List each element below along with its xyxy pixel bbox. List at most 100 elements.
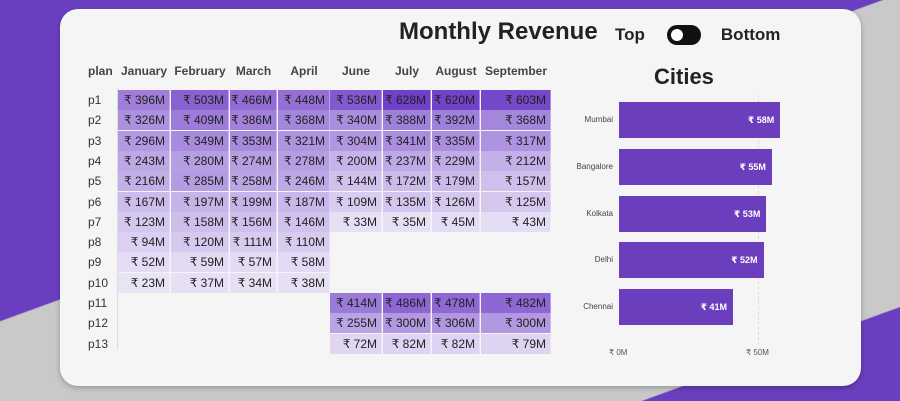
matrix-cell: ₹ 35M — [383, 211, 431, 232]
column-header-plan[interactable]: plan — [88, 64, 118, 78]
matrix-cell: ₹ 212M — [481, 150, 551, 171]
row-label-p2: p2 — [88, 113, 102, 128]
matrix-cell: ₹ 246M — [278, 171, 330, 192]
matrix-cell: ₹ 396M — [118, 90, 170, 110]
top-bottom-toggle[interactable] — [666, 25, 701, 45]
matrix-cell: ₹ 296M — [118, 130, 170, 151]
matrix-cell: ₹ 326M — [118, 110, 170, 131]
matrix-cell: ₹ 109M — [330, 191, 382, 212]
matrix-cell — [383, 252, 431, 272]
row-label-p13: p13 — [88, 336, 109, 351]
column-header-march[interactable]: March — [230, 64, 277, 78]
matrix-cell — [278, 313, 330, 333]
x-axis-tick: ₹ 0M — [609, 348, 628, 357]
matrix-cell: ₹ 392M — [432, 110, 480, 131]
column-header-august[interactable]: August — [432, 64, 480, 78]
bar-mumbai[interactable]: ₹ 58M — [619, 102, 781, 138]
matrix-cell: ₹ 59M — [171, 252, 229, 273]
matrix-cell — [481, 273, 551, 293]
column-header-january[interactable]: January — [118, 64, 170, 78]
matrix-cell: ₹ 33M — [330, 211, 382, 232]
column-header-april[interactable]: April — [278, 64, 330, 78]
matrix-cell — [230, 313, 277, 333]
bar-bangalore[interactable]: ₹ 55M — [619, 149, 772, 185]
matrix-cell: ₹ 368M — [278, 110, 330, 131]
matrix-cell — [330, 252, 382, 272]
matrix-cell — [118, 293, 170, 313]
matrix-cell: ₹ 144M — [330, 171, 382, 192]
matrix-cell: ₹ 23M — [118, 272, 170, 293]
matrix-cell — [432, 273, 480, 293]
city-label-kolkata: Kolkata — [586, 209, 613, 218]
bar-kolkata[interactable]: ₹ 53M — [619, 196, 767, 232]
matrix-cell: ₹ 243M — [118, 150, 170, 171]
matrix-cell: ₹ 72M — [330, 333, 382, 354]
matrix-cell: ₹ 478M — [432, 293, 480, 313]
matrix-cell: ₹ 536M — [330, 90, 382, 110]
matrix-cell: ₹ 258M — [230, 171, 277, 192]
matrix-cell: ₹ 482M — [481, 293, 551, 313]
matrix-cell: ₹ 125M — [481, 191, 551, 212]
matrix-cell: ₹ 156M — [230, 211, 277, 232]
matrix-cell: ₹ 414M — [330, 293, 382, 313]
matrix-cell: ₹ 43M — [481, 211, 551, 232]
matrix-cell: ₹ 197M — [171, 191, 229, 212]
column-header-june[interactable]: June — [330, 64, 382, 78]
bar-value-label: ₹ 58M — [747, 115, 775, 125]
matrix-cell: ₹ 179M — [432, 171, 480, 192]
matrix-cell: ₹ 503M — [171, 90, 229, 110]
matrix-cell: ₹ 317M — [481, 130, 551, 151]
matrix-cell: ₹ 341M — [383, 130, 431, 151]
matrix-cell: ₹ 82M — [383, 333, 431, 354]
row-label-p4: p4 — [88, 153, 102, 168]
matrix-cell: ₹ 486M — [383, 293, 431, 313]
matrix-cell — [383, 232, 431, 252]
matrix-cell: ₹ 57M — [230, 252, 277, 273]
column-header-february[interactable]: February — [171, 64, 229, 78]
matrix-cell: ₹ 52M — [118, 252, 170, 273]
matrix-cell: ₹ 45M — [432, 211, 480, 232]
row-label-p9: p9 — [88, 255, 102, 270]
matrix-cell — [383, 273, 431, 293]
matrix-cell: ₹ 79M — [481, 333, 551, 354]
matrix-cell: ₹ 200M — [330, 150, 382, 171]
matrix-cell: ₹ 603M — [481, 90, 551, 110]
matrix-cell: ₹ 255M — [330, 313, 382, 334]
matrix-cell: ₹ 300M — [481, 313, 551, 334]
matrix-cell — [118, 334, 170, 354]
column-header-july[interactable]: July — [383, 64, 431, 78]
matrix-cell: ₹ 409M — [171, 110, 229, 131]
matrix-cell — [330, 273, 382, 293]
toggle-label-bottom: Bottom — [720, 25, 781, 44]
matrix-cell: ₹ 448M — [278, 90, 330, 110]
matrix-cell — [432, 252, 480, 272]
top-bottom-toggle-group: Top Bottom — [615, 25, 780, 45]
matrix-cell: ₹ 187M — [278, 191, 330, 212]
bar-delhi[interactable]: ₹ 52M — [619, 242, 764, 278]
matrix-cell: ₹ 335M — [432, 130, 480, 151]
matrix-cell: ₹ 110M — [278, 232, 330, 253]
city-label-bangalore: Bangalore — [576, 162, 613, 171]
matrix-cell: ₹ 58M — [278, 252, 330, 273]
matrix-cell — [330, 232, 382, 252]
matrix-cell: ₹ 304M — [330, 130, 382, 151]
bar-chennai[interactable]: ₹ 41M — [619, 289, 733, 325]
matrix-cell: ₹ 353M — [230, 130, 277, 151]
column-header-september[interactable]: September — [481, 64, 551, 78]
x-axis-tick: ₹ 50M — [746, 348, 769, 357]
bar-value-label: ₹ 41M — [700, 302, 727, 312]
matrix-cell: ₹ 94M — [118, 232, 170, 253]
matrix-cell: ₹ 278M — [278, 150, 330, 171]
matrix-cell: ₹ 229M — [432, 150, 480, 171]
matrix-cell: ₹ 466M — [230, 90, 277, 110]
matrix-cell — [171, 313, 229, 333]
matrix-cell: ₹ 386M — [230, 110, 277, 131]
matrix-cell — [432, 232, 480, 252]
bar-value-label: ₹ 55M — [739, 162, 766, 172]
matrix-cell: ₹ 216M — [118, 171, 170, 192]
row-label-p7: p7 — [88, 214, 102, 229]
toggle-knob — [670, 29, 683, 41]
bar-value-label: ₹ 52M — [731, 255, 758, 265]
matrix-cell: ₹ 620M — [432, 90, 480, 110]
matrix-cell: ₹ 111M — [230, 232, 277, 253]
